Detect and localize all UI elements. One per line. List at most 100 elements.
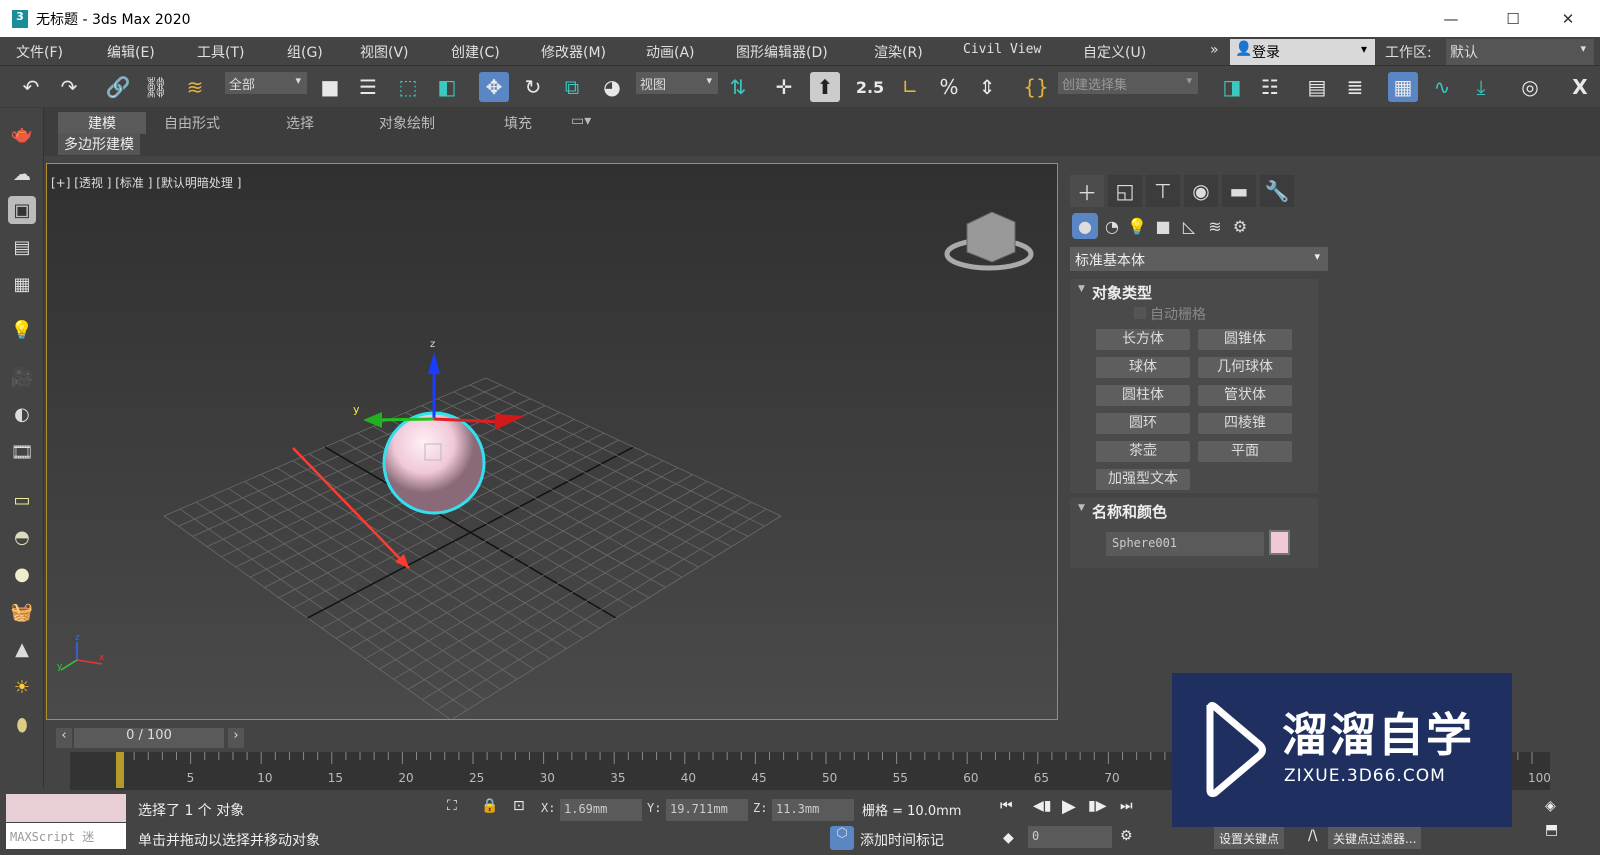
modify-tab-icon[interactable]: ◱ (1108, 175, 1142, 207)
select-move-icon[interactable]: ✥ (479, 72, 509, 102)
sphere-object[interactable] (382, 411, 486, 515)
menu-graph-editors[interactable]: 图形编辑器(D) (736, 42, 828, 62)
rect-selection-icon[interactable]: ⬚ (393, 72, 423, 102)
category-dropdown[interactable]: 标准基本体 (1070, 247, 1328, 271)
layer-explorer-icon[interactable]: ≣ (1340, 72, 1370, 102)
orbit-icon[interactable]: ◈ (1545, 798, 1556, 814)
z-coordinate-input[interactable]: 11.3mm (772, 799, 854, 821)
gizmo-y-axis[interactable] (376, 417, 435, 422)
menu-group[interactable]: 组(G) (287, 42, 323, 62)
teapot-button[interactable]: 茶壶 (1096, 441, 1190, 462)
set-key-button[interactable]: 设置关键点 (1214, 827, 1285, 849)
lock-icon[interactable]: 🔒 (481, 798, 498, 814)
object-name-input[interactable]: Sphere001 (1106, 532, 1264, 556)
hierarchy-tab-icon[interactable]: ⊤ (1146, 175, 1180, 207)
maxscript-listener[interactable] (6, 794, 126, 822)
scene-explorer-icon[interactable]: ▤ (1302, 72, 1332, 102)
current-frame-marker[interactable] (116, 752, 124, 788)
object-color-swatch[interactable] (1269, 530, 1290, 555)
list-icon[interactable]: ▤ (8, 233, 36, 261)
ellipse-icon[interactable]: ⬮ (8, 711, 36, 739)
gizmo-y-arrow[interactable] (363, 412, 382, 428)
menu-tools[interactable]: 工具(T) (197, 42, 244, 62)
render-close-icon[interactable]: X (1565, 72, 1595, 102)
time-config-icon[interactable]: ⚙ (1120, 828, 1133, 844)
viewcube[interactable] (944, 211, 1034, 271)
table-icon[interactable]: ▦ (8, 270, 36, 298)
basket-icon[interactable]: 🧺 (8, 598, 36, 626)
systems-icon[interactable]: ⚙ (1227, 213, 1253, 239)
gizmo-x-arrow[interactable] (495, 414, 525, 430)
ribbon-toggle-icon[interactable]: ▦ (1388, 72, 1418, 102)
dome-icon[interactable]: ◓ (8, 523, 36, 551)
menu-views[interactable]: 视图(V) (360, 42, 409, 62)
minimize-button[interactable]: — (1428, 0, 1474, 37)
edit-named-selection-icon[interactable]: {} (1021, 72, 1051, 102)
cone-icon[interactable]: ▲ (8, 635, 36, 663)
add-time-tag[interactable]: 添加时间标记 (860, 830, 944, 850)
maxscript-input[interactable]: MAXScript 迷 (6, 823, 126, 849)
textplus-button[interactable]: 加强型文本 (1096, 469, 1190, 490)
rollout-title[interactable]: 名称和颜色 (1092, 501, 1167, 522)
render-icon[interactable]: 🎞 (8, 438, 36, 466)
curve-editor-icon[interactable]: ∿ (1427, 72, 1457, 102)
cylinder-button[interactable]: 圆柱体 (1096, 385, 1190, 406)
select-manipulate-icon[interactable]: ✛ (769, 72, 799, 102)
collapse-arrow-icon[interactable]: ▼ (1078, 503, 1085, 513)
bind-space-warp-icon[interactable]: ≋ (180, 72, 210, 102)
menu-rendering[interactable]: 渲染(R) (874, 42, 923, 62)
select-object-icon[interactable]: ■ (315, 72, 345, 102)
cone-button[interactable]: 圆锥体 (1198, 329, 1292, 350)
light-icon[interactable]: 💡 (8, 316, 36, 344)
lights-icon[interactable]: 💡 (1124, 213, 1150, 239)
window-crossing-icon[interactable]: ◧ (432, 72, 462, 102)
material-editor-icon[interactable]: ◎ (1515, 72, 1545, 102)
viewcube-cube[interactable] (966, 211, 1016, 263)
time-tag-icon[interactable]: ⬡ (830, 826, 854, 850)
spacewarps-icon[interactable]: ≋ (1202, 213, 1228, 239)
play-icon[interactable]: ▶ (1062, 796, 1076, 817)
keyboard-shortcut-toggle-icon[interactable]: ⬆ (810, 72, 840, 102)
selection-filter-dropdown[interactable]: 全部 (225, 72, 307, 94)
torus-button[interactable]: 圆环 (1096, 413, 1190, 434)
go-to-start-icon[interactable]: ⏮ (1000, 798, 1013, 814)
autogrid-checkbox[interactable] (1134, 307, 1146, 319)
motion-tab-icon[interactable]: ◉ (1184, 175, 1218, 207)
sphere-button[interactable]: 球体 (1096, 357, 1190, 378)
camera-icon[interactable]: 🎥 (8, 363, 36, 391)
redo-icon[interactable]: ↷ (54, 72, 84, 102)
menu-edit[interactable]: 编辑(E) (107, 42, 155, 62)
next-key-icon[interactable]: ▮▶ (1088, 798, 1106, 814)
tab-modeling[interactable]: 建模 (58, 112, 146, 134)
undo-icon[interactable]: ↶ (16, 72, 46, 102)
link-icon[interactable]: 🔗 (103, 72, 133, 102)
utilities-wrench-icon[interactable]: 🔧 (1260, 175, 1294, 207)
menu-civil-view[interactable]: Civil View (963, 42, 1041, 57)
perspective-viewport[interactable]: [+] [透视 ] [标准 ] [默认明暗处理 ] z y y x z (46, 163, 1058, 720)
menu-animation[interactable]: 动画(A) (646, 42, 695, 62)
angle-snap-icon[interactable]: ∟ (895, 72, 925, 102)
named-selection-dropdown[interactable]: 创建选择集 (1058, 72, 1198, 94)
tab-selection[interactable]: 选择 (286, 112, 314, 134)
spinner-snap-icon[interactable]: ⇕ (972, 72, 1002, 102)
ribbon-options-icon[interactable]: ▭▾ (571, 112, 591, 134)
prev-key-icon[interactable]: ◀▮ (1033, 798, 1051, 814)
gizmo-z-arrow[interactable] (428, 352, 440, 374)
x-coordinate-input[interactable]: 1.69mm (560, 799, 642, 821)
maximize-button[interactable]: ☐ (1490, 0, 1536, 37)
plane-button[interactable]: 平面 (1198, 441, 1292, 462)
select-place-icon[interactable]: ◕ (597, 72, 627, 102)
collapse-arrow-icon[interactable]: ▼ (1078, 284, 1085, 294)
unlink-icon[interactable]: ⛓ (141, 72, 171, 102)
geometry-icon[interactable]: ● (1072, 213, 1098, 239)
close-button[interactable]: ✕ (1545, 0, 1591, 37)
tube-button[interactable]: 管状体 (1198, 385, 1292, 406)
next-frame-icon[interactable]: › (228, 728, 244, 748)
current-frame-input[interactable]: 0 (1028, 826, 1112, 848)
isolate-selection-icon[interactable]: ⛶ (447, 798, 457, 814)
login-dropdown[interactable]: 👤 登录 (1230, 39, 1375, 65)
workspace-dropdown[interactable]: 默认 ▾ (1446, 39, 1594, 65)
prev-frame-icon[interactable]: ‹ (56, 728, 72, 748)
reference-coord-dropdown[interactable]: 视图 (636, 72, 718, 94)
display-tab-icon[interactable]: ▬ (1222, 175, 1256, 207)
